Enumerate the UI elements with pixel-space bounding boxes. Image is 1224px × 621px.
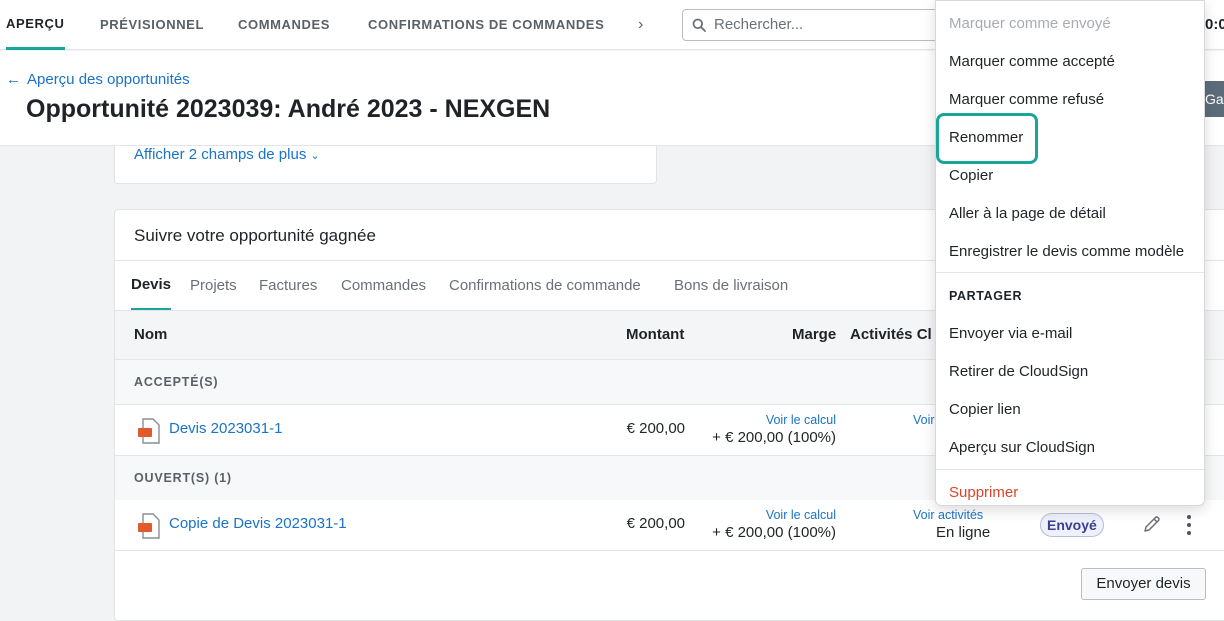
quote-amount: € 200,00 (626, 515, 685, 532)
tab-bons-livraison[interactable]: Bons de livraison (674, 261, 788, 311)
status-badge: Envoyé (1040, 513, 1104, 537)
activity-status: En ligne (936, 524, 991, 541)
arrow-left-icon: ← (6, 71, 21, 88)
nav-tab-previsionnel[interactable]: PRÉVISIONNEL (100, 0, 204, 50)
menu-item-save-as-template[interactable]: Enregistrer le devis comme modèle (949, 243, 1184, 260)
view-calculation-link[interactable]: Voir le calcul (766, 413, 836, 427)
quote-name-link[interactable]: Devis 2023031-1 (169, 420, 282, 437)
view-calculation-link[interactable]: Voir le calcul (766, 508, 836, 522)
nav-tab-commandes[interactable]: COMMANDES (238, 0, 330, 50)
menu-item-mark-sent[interactable]: Marquer comme envoyé (949, 15, 1111, 32)
menu-item-preview-cloudsign[interactable]: Aperçu sur CloudSign (949, 439, 1095, 456)
menu-item-rename[interactable]: Renommer (949, 129, 1023, 146)
menu-item-send-email[interactable]: Envoyer via e-mail (949, 325, 1072, 342)
back-link-label: Aperçu des opportunités (27, 71, 190, 88)
page-title: Opportunité 2023039: André 2023 - NEXGEN (26, 95, 551, 123)
send-quote-button[interactable]: Envoyer devis (1081, 568, 1206, 600)
menu-divider (936, 469, 1204, 470)
menu-item-copy[interactable]: Copier (949, 167, 993, 184)
view-activities-link[interactable]: Voir (913, 413, 935, 427)
show-more-fields-link[interactable]: Afficher 2 champs de plus ⌄ (134, 146, 320, 163)
quote-amount: € 200,00 (626, 420, 685, 437)
clock-text: 0:0 (1205, 16, 1224, 33)
tab-commandes[interactable]: Commandes (341, 261, 426, 311)
tab-confirmations[interactable]: Confirmations de commande (449, 261, 641, 311)
column-marge[interactable]: Marge (792, 311, 836, 359)
view-activities-link[interactable]: Voir activités (913, 508, 983, 522)
quote-margin: + € 200,00 (100%) (712, 429, 836, 446)
menu-item-delete[interactable]: Supprimer (949, 484, 1018, 501)
back-link[interactable]: ← Aperçu des opportunités (6, 71, 190, 88)
menu-item-copy-link[interactable]: Copier lien (949, 401, 1021, 418)
column-montant[interactable]: Montant (626, 311, 684, 359)
table-row: Copie de Devis 2023031-1 € 200,00 Voir l… (115, 500, 1224, 551)
document-icon (138, 418, 160, 444)
menu-section-share: PARTAGER (949, 289, 1023, 303)
chevron-down-icon: ⌄ (310, 150, 320, 162)
pencil-icon[interactable] (1142, 514, 1162, 534)
quote-margin: + € 200,00 (100%) (712, 524, 836, 541)
column-activites[interactable]: Activités Cl (850, 311, 932, 359)
group-label: OUVERT(S) (1) (134, 471, 232, 485)
menu-item-remove-cloudsign[interactable]: Retirer de CloudSign (949, 363, 1088, 380)
document-icon (138, 513, 160, 539)
quote-name-link[interactable]: Copie de Devis 2023031-1 (169, 515, 347, 532)
quote-context-menu: Marquer comme envoyé Marquer comme accep… (935, 0, 1205, 506)
nav-tab-confirmations[interactable]: CONFIRMATIONS DE COMMANDES (368, 0, 604, 50)
menu-item-mark-refused[interactable]: Marquer comme refusé (949, 91, 1104, 108)
tab-devis[interactable]: Devis (131, 261, 172, 311)
menu-item-mark-accepted[interactable]: Marquer comme accepté (949, 53, 1115, 70)
search-icon (692, 18, 706, 32)
group-label: ACCEPTÉ(S) (134, 375, 219, 389)
card-title: Suivre votre opportunité gagnée (134, 226, 376, 245)
nav-tab-apercu[interactable]: APERÇU (6, 0, 65, 50)
more-options-icon[interactable] (1183, 514, 1195, 536)
column-nom[interactable]: Nom (134, 311, 167, 359)
tab-projets[interactable]: Projets (190, 261, 237, 311)
details-card: Afficher 2 champs de plus ⌄ (114, 146, 657, 184)
show-more-fields-label: Afficher 2 champs de plus (134, 146, 307, 163)
menu-divider (936, 272, 1204, 273)
nav-more-chevron-icon[interactable]: › (638, 0, 643, 50)
search-placeholder: Rechercher... (714, 16, 804, 33)
menu-item-go-to-detail[interactable]: Aller à la page de détail (949, 205, 1106, 222)
tab-factures[interactable]: Factures (259, 261, 317, 311)
